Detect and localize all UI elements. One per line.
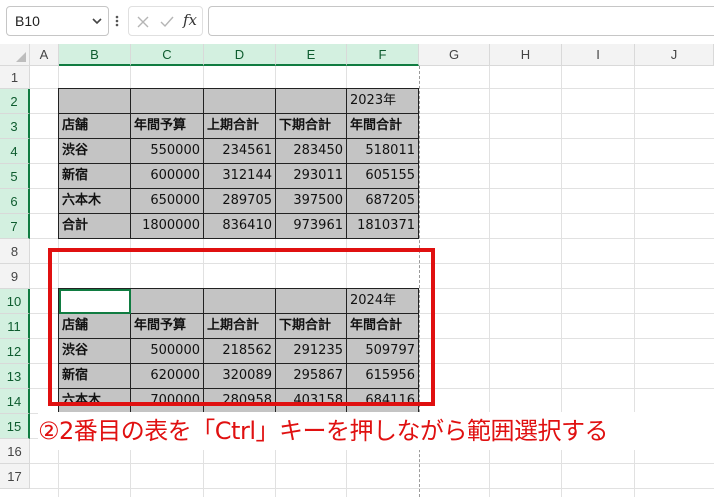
table-cell[interactable] bbox=[276, 89, 347, 114]
value-cell[interactable]: 1800000 bbox=[131, 214, 204, 239]
name-box-value: B10 bbox=[15, 13, 40, 29]
table-cell[interactable] bbox=[59, 89, 131, 114]
row-header-1[interactable]: 1 bbox=[0, 66, 30, 89]
column-header-g[interactable]: G bbox=[419, 44, 490, 66]
table-cell[interactable] bbox=[204, 89, 276, 114]
column-header-e[interactable]: E bbox=[276, 44, 347, 66]
column-header-c[interactable]: C bbox=[131, 44, 204, 66]
row-header-5[interactable]: 5 bbox=[0, 164, 30, 189]
value-cell[interactable]: 312144 bbox=[204, 164, 276, 189]
row-header-15[interactable]: 15 bbox=[0, 414, 30, 439]
value-cell[interactable]: 293011 bbox=[276, 164, 347, 189]
row-label-cell[interactable]: 新宿 bbox=[59, 164, 131, 189]
year-label-cell[interactable]: 2023年 bbox=[347, 89, 419, 114]
chevron-down-icon[interactable] bbox=[90, 14, 104, 28]
column-label-cell[interactable]: 店舗 bbox=[59, 114, 131, 139]
value-cell[interactable]: 687205 bbox=[347, 189, 419, 214]
value-cell[interactable]: 234561 bbox=[204, 139, 276, 164]
column-label-cell[interactable]: 年間合計 bbox=[347, 114, 419, 139]
gridline-horizontal bbox=[30, 463, 714, 464]
value-cell[interactable]: 973961 bbox=[276, 214, 347, 239]
formula-input[interactable] bbox=[208, 6, 714, 36]
row-header-16[interactable]: 16 bbox=[0, 439, 30, 464]
formula-bar: B10 fx bbox=[0, 0, 714, 44]
row-header-13[interactable]: 13 bbox=[0, 364, 30, 389]
value-cell[interactable]: 836410 bbox=[204, 214, 276, 239]
annotation-text: ②2番目の表を「Ctrl」キーを押しながら範囲選択する bbox=[38, 412, 714, 450]
insert-function-button[interactable]: fx bbox=[183, 11, 197, 29]
row-header-12[interactable]: 12 bbox=[0, 339, 30, 364]
row-header-6[interactable]: 6 bbox=[0, 189, 30, 214]
column-label-cell[interactable]: 上期合計 bbox=[204, 114, 276, 139]
row-header-3[interactable]: 3 bbox=[0, 114, 30, 139]
cancel-icon[interactable] bbox=[135, 14, 151, 30]
value-cell[interactable]: 518011 bbox=[347, 139, 419, 164]
value-cell[interactable]: 550000 bbox=[131, 139, 204, 164]
annotation-highlight-box bbox=[48, 248, 435, 406]
row-header-9[interactable]: 9 bbox=[0, 264, 30, 289]
name-box[interactable]: B10 bbox=[6, 6, 109, 36]
select-all-icon bbox=[16, 52, 26, 62]
row-label-cell[interactable]: 六本木 bbox=[59, 189, 131, 214]
row-header-8[interactable]: 8 bbox=[0, 239, 30, 264]
column-header-h[interactable]: H bbox=[490, 44, 562, 66]
formula-tools: fx bbox=[128, 6, 203, 36]
value-cell[interactable]: 1810371 bbox=[347, 214, 419, 239]
row-header-17[interactable]: 17 bbox=[0, 464, 30, 489]
check-icon[interactable] bbox=[159, 14, 175, 30]
row-header-11[interactable]: 11 bbox=[0, 314, 30, 339]
column-label-cell[interactable]: 下期合計 bbox=[276, 114, 347, 139]
row-label-cell[interactable]: 合計 bbox=[59, 214, 131, 239]
value-cell[interactable]: 397500 bbox=[276, 189, 347, 214]
column-header-d[interactable]: D bbox=[204, 44, 276, 66]
value-cell[interactable]: 283450 bbox=[276, 139, 347, 164]
row-header-4[interactable]: 4 bbox=[0, 139, 30, 164]
column-header-i[interactable]: I bbox=[562, 44, 635, 66]
row-header-10[interactable]: 10 bbox=[0, 289, 30, 314]
column-header-a[interactable]: A bbox=[30, 44, 59, 66]
gridline-horizontal bbox=[30, 488, 714, 489]
value-cell[interactable]: 605155 bbox=[347, 164, 419, 189]
row-label-cell[interactable]: 渋谷 bbox=[59, 139, 131, 164]
value-cell[interactable]: 650000 bbox=[131, 189, 204, 214]
more-options-icon[interactable] bbox=[114, 12, 120, 30]
column-label-cell[interactable]: 年間予算 bbox=[131, 114, 204, 139]
value-cell[interactable]: 289705 bbox=[204, 189, 276, 214]
column-header-j[interactable]: J bbox=[635, 44, 714, 66]
select-all-button[interactable] bbox=[0, 44, 30, 66]
row-header-7[interactable]: 7 bbox=[0, 214, 30, 239]
column-header-f[interactable]: F bbox=[347, 44, 419, 66]
row-header-14[interactable]: 14 bbox=[0, 389, 30, 414]
table-cell[interactable] bbox=[131, 89, 204, 114]
column-header-b[interactable]: B bbox=[59, 44, 131, 66]
row-header-2[interactable]: 2 bbox=[0, 89, 30, 114]
value-cell[interactable]: 600000 bbox=[131, 164, 204, 189]
